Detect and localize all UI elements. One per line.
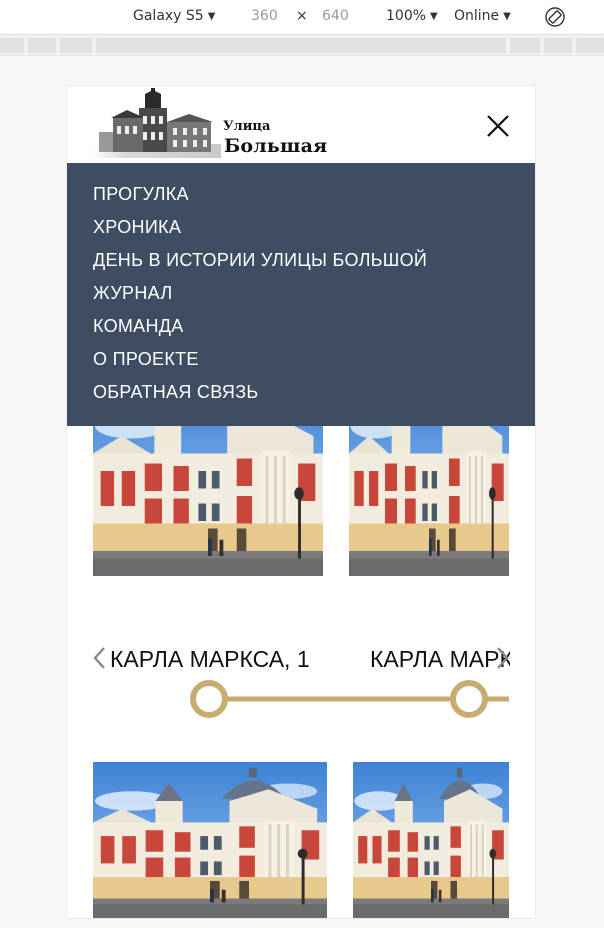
caret-down-icon: ▼ <box>430 11 438 22</box>
chevron-left-icon[interactable] <box>92 645 108 671</box>
devtools-toolbar: Galaxy S5 ▼ 360 × 640 100% ▼ Online ▼ <box>0 0 604 34</box>
ruler-segment[interactable] <box>60 38 92 53</box>
logo-text-big: Большая <box>224 135 328 157</box>
chevron-right-icon[interactable] <box>494 645 510 671</box>
device-select[interactable]: Galaxy S5 ▼ <box>133 8 215 24</box>
logo-text-small: Улица <box>223 119 271 134</box>
close-icon[interactable] <box>485 113 511 139</box>
timeline-track <box>190 680 509 718</box>
building-illustration[interactable] <box>93 88 221 162</box>
width-input[interactable]: 360 <box>251 8 278 24</box>
navigation-menu: ПРОГУЛКА ХРОНИКА ДЕНЬ В ИСТОРИИ УЛИЦЫ БО… <box>67 163 535 426</box>
caret-down-icon: ▼ <box>207 11 216 22</box>
menu-item-about[interactable]: О ПРОЕКТЕ <box>67 348 535 381</box>
media-query-ruler <box>0 34 604 56</box>
slide-address[interactable]: КАРЛА МАРКСА, 1 <box>110 645 310 673</box>
timeline-point[interactable] <box>190 680 228 718</box>
timeline-point[interactable] <box>450 680 488 718</box>
ruler-segment[interactable] <box>28 38 56 53</box>
site-header: Улица Большая <box>67 86 535 163</box>
menu-item-chronicle[interactable]: ХРОНИКА <box>67 216 535 249</box>
ruler-segment[interactable] <box>96 38 506 53</box>
ruler-segment[interactable] <box>544 38 572 53</box>
zoom-value: 100% <box>386 8 427 24</box>
dimension-separator: × <box>296 8 308 24</box>
device-viewport: Улица Большая ПРОГУЛКА ХРОНИКА ДЕНЬ В ИС… <box>67 86 535 918</box>
menu-item-feedback[interactable]: ОБРАТНАЯ СВЯЗЬ <box>67 381 535 414</box>
ruler-segment[interactable] <box>576 38 604 53</box>
building-photo[interactable] <box>353 762 509 918</box>
menu-item-team[interactable]: КОМАНДА <box>67 315 535 348</box>
ruler-segment[interactable] <box>0 38 24 53</box>
building-photo[interactable] <box>93 762 327 918</box>
slide-address[interactable]: КАРЛА МАРКСА <box>370 645 510 673</box>
menu-item-day-in-history[interactable]: ДЕНЬ В ИСТОРИИ УЛИЦЫ БОЛЬШОЙ <box>67 249 535 282</box>
rotate-icon[interactable] <box>544 6 566 28</box>
device-name: Galaxy S5 <box>133 8 204 24</box>
zoom-select[interactable]: 100% ▼ <box>386 8 438 24</box>
menu-item-journal[interactable]: ЖУРНАЛ <box>67 282 535 315</box>
network-select[interactable]: Online ▼ <box>454 8 511 24</box>
height-input[interactable]: 640 <box>322 8 349 24</box>
ruler-segment[interactable] <box>510 38 540 53</box>
network-value: Online <box>454 8 500 24</box>
caret-down-icon: ▼ <box>503 11 511 22</box>
menu-item-progulka[interactable]: ПРОГУЛКА <box>67 183 535 216</box>
